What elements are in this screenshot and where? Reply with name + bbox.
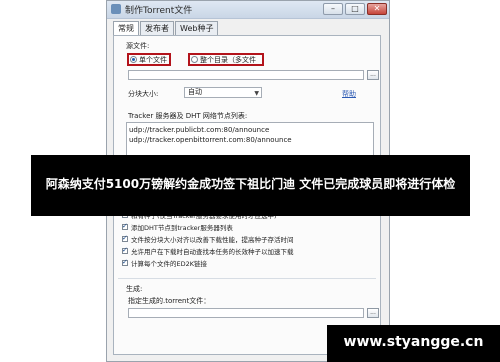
chunk-size-select[interactable]: 自动 ▼	[184, 87, 262, 98]
option-label: 允许用户在下载时自动查找本任务的长效种子以加速下载	[131, 248, 294, 256]
window-controls: – □ ✕	[323, 3, 387, 16]
tab-strip: 常规 发布者 Web种子	[113, 21, 219, 36]
option-label: 计算每个文件的ED2K链接	[131, 260, 208, 268]
title-bar[interactable]: 制作Torrent文件 – □ ✕	[107, 1, 389, 19]
screenshot-stage: 制作Torrent文件 – □ ✕ 常规 发布者 Web种子 源文件: 单个文件…	[0, 0, 500, 362]
headline-banner: 阿森纳支付5100万镑解约金成功签下祖比门迪 文件已完成球员即将进行体检	[31, 155, 470, 216]
option-ed2k-row[interactable]: 计算每个文件的ED2K链接	[122, 258, 207, 268]
headline-text: 阿森纳支付5100万镑解约金成功签下祖比门迪 文件已完成球员即将进行体检	[45, 177, 456, 191]
ed2k-link-checkbox[interactable]	[122, 258, 128, 266]
option-label: 添加DHT节点到tracker服务器列表	[131, 224, 233, 232]
maximize-button[interactable]: □	[345, 3, 365, 15]
find-seeds-checkbox[interactable]	[122, 246, 128, 254]
directory-radio[interactable]	[191, 56, 198, 63]
minimize-button[interactable]: –	[323, 3, 343, 15]
target-path-input[interactable]	[128, 308, 364, 318]
window-title: 制作Torrent文件	[125, 6, 193, 16]
chunk-size-value: 自动	[188, 88, 202, 96]
site-watermark: www.styangge.cn	[327, 325, 500, 362]
app-icon	[111, 4, 121, 14]
watermark-text: www.styangge.cn	[343, 334, 484, 350]
target-file-label: 指定生成的.torrent文件：	[128, 297, 211, 305]
chunk-size-label: 分块大小:	[128, 90, 159, 98]
tab-publisher[interactable]: 发布者	[140, 21, 174, 35]
option-seed-row[interactable]: 允许用户在下载时自动查找本任务的长效种子以加速下载	[122, 246, 294, 256]
option-dht-row[interactable]: 添加DHT节点到tracker服务器列表	[122, 222, 233, 232]
source-browse-button[interactable]: ...	[367, 70, 379, 80]
chevron-down-icon: ▼	[254, 90, 259, 97]
single-file-radio[interactable]	[130, 56, 137, 63]
tab-web-seeds[interactable]: Web种子	[175, 21, 219, 35]
tracker-line: udp://tracker.openbittorrent.com:80/anno…	[129, 136, 292, 144]
tracker-line: udp://tracker.publicbt.com:80/announce	[129, 126, 270, 134]
option-label: 文件按分块大小对齐以改善下载性能，提高种子存活时间	[131, 236, 294, 244]
option-align-row[interactable]: 文件按分块大小对齐以改善下载性能，提高种子存活时间	[122, 234, 294, 244]
source-label: 源文件:	[126, 42, 150, 50]
target-browse-button[interactable]: ...	[367, 308, 379, 318]
help-link[interactable]: 帮助	[342, 89, 356, 99]
source-path-input[interactable]	[128, 70, 364, 80]
tab-general[interactable]: 常规	[113, 21, 139, 36]
single-file-label: 单个文件	[139, 56, 167, 64]
directory-label: 整个目录（多文件	[200, 56, 256, 64]
generate-label: 生成:	[126, 285, 143, 293]
close-button[interactable]: ✕	[367, 3, 387, 15]
tracker-label: Tracker 服务器及 DHT 网络节点列表:	[128, 112, 248, 120]
divider	[118, 278, 376, 279]
align-chunks-checkbox[interactable]	[122, 234, 128, 242]
add-dht-checkbox[interactable]	[122, 222, 128, 230]
